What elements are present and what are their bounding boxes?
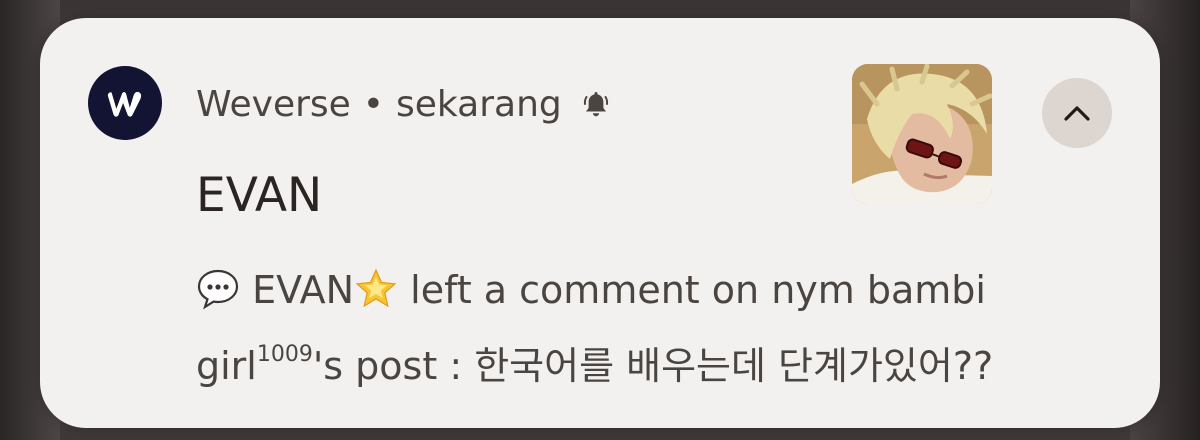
bell-icon bbox=[580, 88, 612, 120]
message-superscript: 1009 bbox=[256, 342, 313, 367]
notification-card[interactable]: Weverse • sekarang EVAN EVAN left a comm… bbox=[40, 18, 1160, 428]
speech-bubble-icon bbox=[196, 260, 240, 310]
notification-header: Weverse • sekarang bbox=[196, 78, 612, 130]
expand-button[interactable] bbox=[1042, 78, 1112, 148]
message-text-part2: 's post : 한국어를 배우는데 단계가있어?? bbox=[312, 344, 994, 388]
notification-title: EVAN bbox=[196, 168, 323, 223]
notification-message: EVAN left a comment on nym bambi girl100… bbox=[196, 252, 1076, 404]
sender-avatar-thumbnail bbox=[852, 64, 992, 204]
notification-time: sekarang bbox=[396, 83, 562, 125]
weverse-logo-icon bbox=[88, 66, 162, 140]
comment-author: EVAN bbox=[252, 268, 355, 312]
glowing-star-icon bbox=[354, 260, 398, 308]
header-separator: • bbox=[362, 83, 385, 125]
chevron-up-icon bbox=[1064, 106, 1090, 121]
app-name: Weverse bbox=[196, 83, 351, 125]
